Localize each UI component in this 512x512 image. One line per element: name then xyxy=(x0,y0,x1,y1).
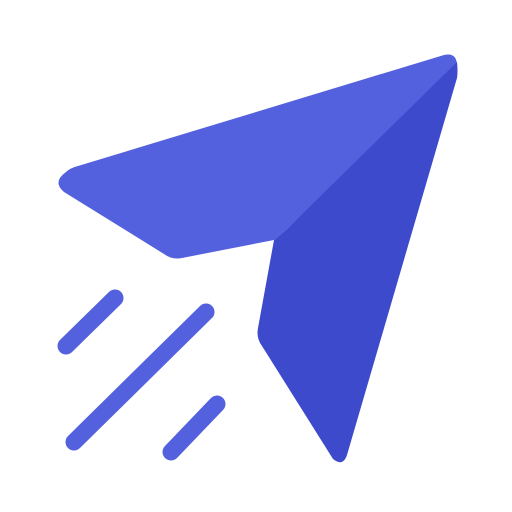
speed-line-top xyxy=(57,289,124,355)
speed-line-bottom xyxy=(162,395,226,461)
speed-line-middle xyxy=(65,303,215,451)
send-paper-plane-icon xyxy=(57,54,458,463)
canvas xyxy=(0,0,512,512)
